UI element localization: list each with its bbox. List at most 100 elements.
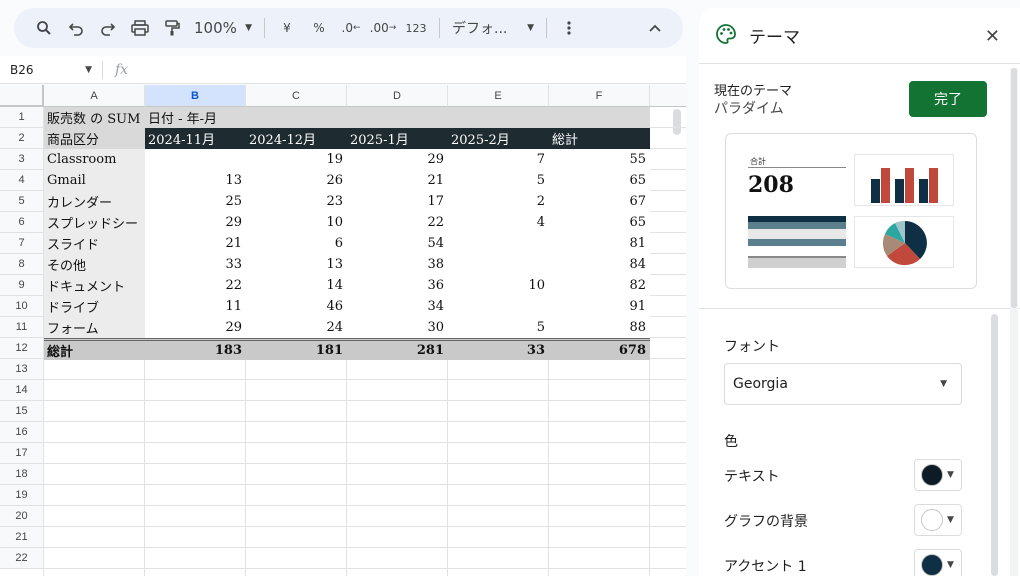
pivot-value-cell[interactable]: 46 — [246, 296, 347, 317]
panel-outer-scrollbar[interactable] — [1010, 68, 1018, 576]
pivot-value-cell[interactable]: 17 — [347, 191, 448, 212]
pivot-value-cell[interactable]: 21 — [145, 233, 246, 254]
pivot-value-cell[interactable]: 13 — [246, 254, 347, 275]
pivot-value-cell[interactable] — [448, 233, 549, 254]
pivot-value-cell[interactable]: 55 — [549, 149, 650, 170]
pivot-value-cell[interactable]: 13 — [145, 170, 246, 191]
pivot-value-cell[interactable]: 91 — [549, 296, 650, 317]
pivot-row-label-cell[interactable]: Classroom — [44, 149, 145, 170]
row-header-15[interactable]: 15 — [0, 401, 44, 422]
pivot-row-header-cell[interactable]: 商品区分 — [44, 128, 145, 149]
pivot-value-cell[interactable]: 82 — [549, 275, 650, 296]
pivot-value-cell[interactable]: 11 — [145, 296, 246, 317]
more-options-icon[interactable] — [553, 14, 585, 42]
select-all-corner[interactable] — [0, 85, 44, 107]
pivot-value-cell[interactable]: 88 — [549, 317, 650, 338]
row-header-13[interactable]: 13 — [0, 359, 44, 380]
collapse-toolbar-icon[interactable] — [639, 14, 671, 42]
column-header-empty[interactable] — [650, 85, 686, 107]
pivot-value-cell[interactable]: 67 — [549, 191, 650, 212]
panel-outer-scrollbar-thumb[interactable] — [1011, 68, 1017, 308]
row-header-11[interactable]: 11 — [0, 317, 44, 338]
column-header-f[interactable]: F — [549, 85, 650, 107]
pivot-value-cell[interactable]: 36 — [347, 275, 448, 296]
pivot-column-group-cell[interactable]: 日付 - 年-月 — [145, 107, 650, 128]
pivot-value-cell[interactable]: 2 — [448, 191, 549, 212]
pivot-total-value-cell[interactable]: 678 — [549, 338, 650, 360]
grid-scrollbar-thumb[interactable] — [673, 109, 681, 135]
pivot-column-header-cell[interactable]: 2024-11月 — [145, 128, 246, 149]
row-header-21[interactable]: 21 — [0, 527, 44, 548]
pivot-row-label-cell[interactable]: ドキュメント — [44, 275, 145, 296]
pivot-value-cell[interactable]: 34 — [347, 296, 448, 317]
pivot-column-header-cell[interactable]: 2024-12月 — [246, 128, 347, 149]
pivot-value-cell[interactable]: 33 — [145, 254, 246, 275]
pivot-value-cell[interactable]: 81 — [549, 233, 650, 254]
theme-font-select[interactable]: Georgia ▼ — [724, 363, 962, 405]
pivot-total-value-cell[interactable]: 183 — [145, 338, 246, 360]
pivot-value-cell[interactable] — [448, 254, 549, 275]
pivot-value-cell[interactable]: 21 — [347, 170, 448, 191]
close-icon[interactable]: ✕ — [985, 26, 1000, 47]
pivot-value-cell[interactable]: 65 — [549, 212, 650, 233]
row-header-5[interactable]: 5 — [0, 191, 44, 212]
pivot-value-cell[interactable]: 10 — [448, 275, 549, 296]
pivot-value-cell[interactable]: 38 — [347, 254, 448, 275]
pivot-value-cell[interactable]: 6 — [246, 233, 347, 254]
print-icon[interactable] — [124, 14, 156, 42]
pivot-row-label-cell[interactable]: Gmail — [44, 170, 145, 191]
row-header-7[interactable]: 7 — [0, 233, 44, 254]
pivot-value-cell[interactable]: 23 — [246, 191, 347, 212]
pivot-column-header-cell[interactable]: 2025-1月 — [347, 128, 448, 149]
row-header-18[interactable]: 18 — [0, 464, 44, 485]
pivot-row-label-cell[interactable]: スプレッドシー — [44, 212, 145, 233]
row-header-10[interactable]: 10 — [0, 296, 44, 317]
pivot-value-cell[interactable]: 4 — [448, 212, 549, 233]
pivot-value-cell[interactable]: 14 — [246, 275, 347, 296]
percent-format-button[interactable]: % — [303, 14, 335, 42]
row-header-8[interactable]: 8 — [0, 254, 44, 275]
pivot-value-cell[interactable]: 5 — [448, 317, 549, 338]
column-header-d[interactable]: D — [347, 85, 448, 107]
pivot-value-cell[interactable]: 10 — [246, 212, 347, 233]
theme-preview[interactable]: 合計 208 — [725, 133, 977, 289]
increase-decimal-button[interactable]: .00 → — [367, 14, 399, 42]
pivot-value-cell[interactable]: 84 — [549, 254, 650, 275]
paint-format-icon[interactable] — [156, 14, 188, 42]
name-box[interactable]: B26 ▼ — [0, 56, 100, 84]
pivot-value-cell[interactable] — [448, 296, 549, 317]
row-header-2[interactable]: 2 — [0, 128, 44, 149]
row-header-22[interactable]: 22 — [0, 548, 44, 569]
redo-icon[interactable] — [92, 14, 124, 42]
decrease-decimal-button[interactable]: .0 ← — [335, 14, 367, 42]
pivot-title-cell[interactable]: 販売数 の SUM — [44, 107, 145, 128]
text-color-picker[interactable]: ▼ — [914, 459, 962, 491]
pivot-value-cell[interactable]: 7 — [448, 149, 549, 170]
pivot-total-value-cell[interactable]: 33 — [448, 338, 549, 360]
pivot-value-cell[interactable]: 26 — [246, 170, 347, 191]
pivot-value-cell[interactable] — [145, 149, 246, 170]
row-header-1[interactable]: 1 — [0, 107, 44, 128]
column-header-a[interactable]: A — [44, 85, 145, 107]
row-header-3[interactable]: 3 — [0, 149, 44, 170]
accent1-color-picker[interactable]: ▼ — [914, 549, 962, 576]
row-header-20[interactable]: 20 — [0, 506, 44, 527]
row-header-19[interactable]: 19 — [0, 485, 44, 506]
pivot-total-value-cell[interactable]: 281 — [347, 338, 448, 360]
font-family-select[interactable]: デフォ... ▼ — [446, 14, 540, 42]
pivot-row-label-cell[interactable]: スライド — [44, 233, 145, 254]
pivot-value-cell[interactable]: 19 — [246, 149, 347, 170]
pivot-value-cell[interactable]: 54 — [347, 233, 448, 254]
row-header-16[interactable]: 16 — [0, 422, 44, 443]
pivot-total-value-cell[interactable]: 181 — [246, 338, 347, 360]
pivot-value-cell[interactable]: 29 — [347, 149, 448, 170]
pivot-value-cell[interactable]: 65 — [549, 170, 650, 191]
row-header-17[interactable]: 17 — [0, 443, 44, 464]
pivot-row-label-cell[interactable]: フォーム — [44, 317, 145, 338]
pivot-value-cell[interactable]: 22 — [347, 212, 448, 233]
spreadsheet-grid[interactable]: A B C D E F 1 2 3 4 5 6 7 8 9 10 11 12 13 14 15 16 17 18 19 20 21 2… — [0, 85, 686, 576]
pivot-row-label-cell[interactable]: カレンダー — [44, 191, 145, 212]
panel-scrollbar-thumb[interactable] — [991, 314, 998, 576]
row-header-4[interactable]: 4 — [0, 170, 44, 191]
pivot-column-header-cell[interactable]: 総計 — [549, 128, 650, 149]
